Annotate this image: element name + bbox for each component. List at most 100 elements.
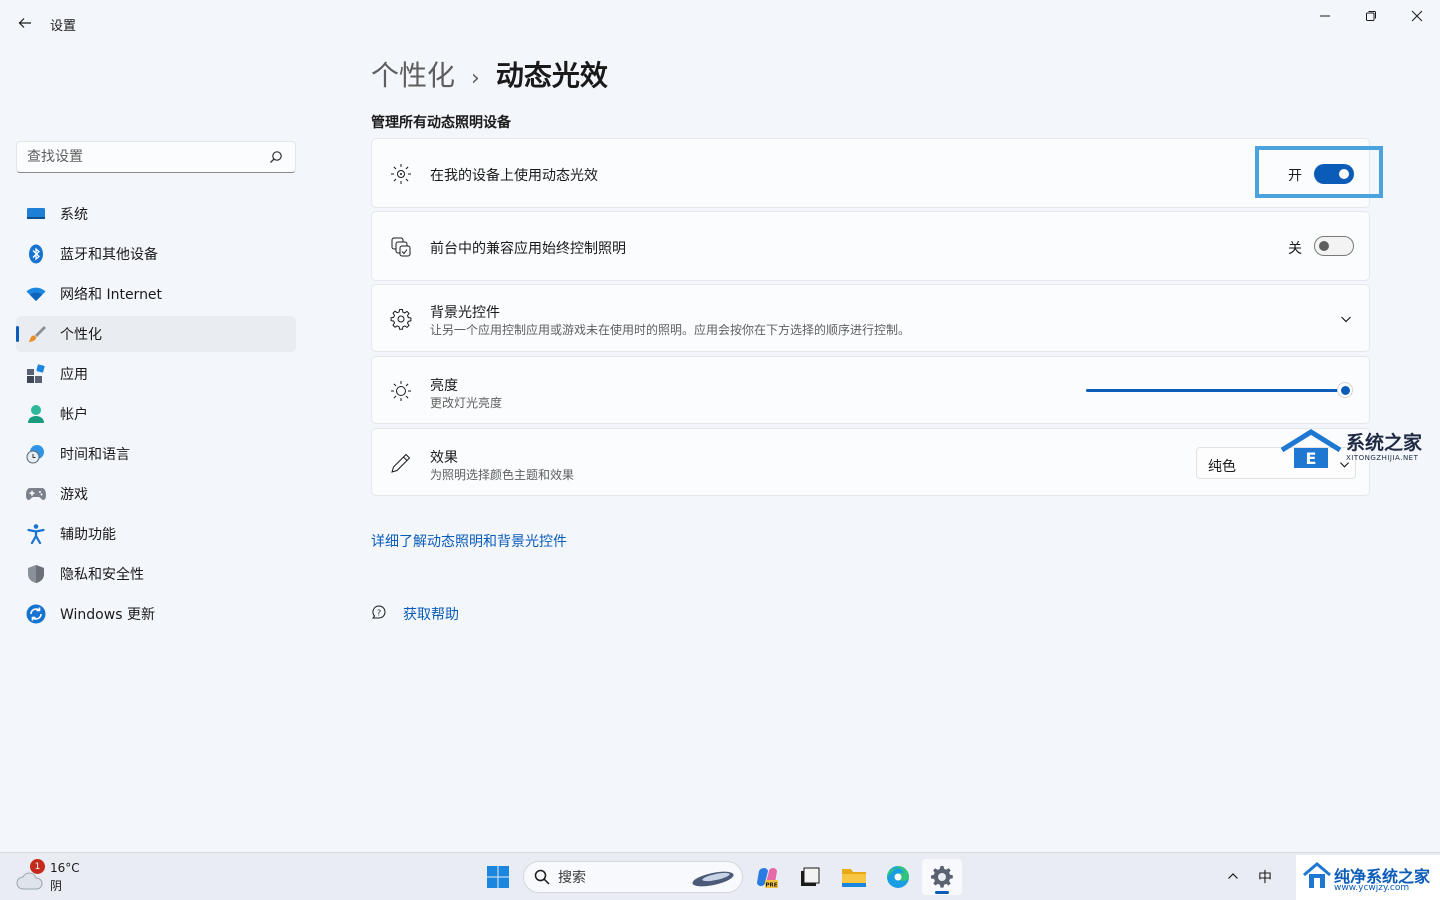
learn-more-link[interactable]: 详细了解动态照明和背景光控件 — [371, 531, 567, 551]
page-title: 动态光效 — [495, 59, 608, 92]
brightness-slider[interactable] — [1086, 382, 1353, 398]
task-view-button[interactable] — [790, 859, 830, 895]
shield-icon — [26, 564, 46, 584]
breadcrumb: 个性化 › 动态光效 — [371, 54, 608, 94]
edge-icon — [887, 866, 909, 888]
svg-text:E: E — [1306, 449, 1317, 468]
search-icon — [270, 151, 282, 163]
help-icon: ? — [372, 605, 386, 619]
breadcrumb-separator: › — [471, 66, 480, 91]
house-logo-icon: E — [1280, 429, 1342, 468]
copilot-icon: PRE — [757, 868, 778, 889]
card-title: 在我的设备上使用动态光效 — [430, 168, 598, 184]
watermark-logo: E 系统之家 XITONGZHIJIA.NET — [1276, 426, 1430, 472]
taskbar: 1 16°C 阴 搜索 PRE 中 — [0, 852, 1440, 900]
dropdown-value: 纯色 — [1208, 459, 1236, 475]
close-icon — [1411, 10, 1423, 22]
pen-icon — [390, 452, 412, 474]
slider-thumb[interactable] — [1337, 382, 1353, 398]
get-help-link[interactable]: 获取帮助 — [403, 604, 459, 624]
gamepad-icon — [26, 484, 46, 504]
sidebar-item-windows-update[interactable]: Windows 更新 — [16, 596, 296, 632]
watermark-subtext: XITONGZHIJIA.NET — [1346, 454, 1419, 462]
start-button[interactable] — [478, 859, 518, 895]
sidebar-item-label: 隐私和安全性 — [60, 567, 144, 583]
close-button[interactable] — [1394, 4, 1440, 28]
clock-globe-icon — [26, 444, 46, 464]
card-subtitle: 更改灯光亮度 — [430, 396, 503, 410]
tray-chevron-up-icon[interactable] — [1227, 870, 1239, 882]
card-title: 前台中的兼容应用始终控制照明 — [430, 241, 626, 257]
sidebar-item-accessibility[interactable]: 辅助功能 — [16, 516, 296, 552]
wifi-icon — [26, 284, 46, 304]
settings-gear-icon — [931, 866, 953, 888]
lighting-icon — [390, 163, 412, 185]
sidebar-item-label: 网络和 Internet — [60, 287, 163, 303]
card-subtitle: 让另一个应用控制应用或游戏未在使用时的照明。应用会按你在下方选择的顺序进行控制。 — [430, 323, 911, 337]
sidebar-item-privacy[interactable]: 隐私和安全性 — [16, 556, 296, 592]
sidebar-item-bluetooth[interactable]: 蓝牙和其他设备 — [16, 236, 296, 272]
account-icon — [26, 404, 46, 424]
taskbar-search-label: 搜索 — [558, 870, 586, 886]
house-logo-icon — [1303, 862, 1331, 888]
sidebar-nav: 系统 蓝牙和其他设备 网络和 Internet 个性化 应用 帐户 时间和语言 … — [16, 196, 296, 636]
sidebar-item-gaming[interactable]: 游戏 — [16, 476, 296, 512]
brightness-icon — [390, 380, 412, 402]
sidebar-item-label: 蓝牙和其他设备 — [60, 247, 158, 263]
back-arrow-icon — [18, 18, 31, 28]
chevron-down-icon[interactable] — [1340, 313, 1352, 325]
sidebar-item-label: 个性化 — [60, 327, 102, 343]
foreground-apps-toggle[interactable] — [1314, 236, 1354, 256]
back-button[interactable] — [14, 12, 36, 34]
sidebar-item-time-language[interactable]: 时间和语言 — [16, 436, 296, 472]
card-title: 亮度 — [430, 378, 458, 394]
search-input[interactable] — [17, 149, 257, 165]
breadcrumb-parent[interactable]: 个性化 — [371, 54, 455, 94]
bluetooth-icon — [26, 244, 46, 264]
app-title: 设置 — [50, 19, 77, 34]
sidebar-item-accounts[interactable]: 帐户 — [16, 396, 296, 432]
sidebar-item-label: 帐户 — [60, 407, 88, 423]
toggle-knob — [1319, 241, 1329, 251]
apps-icon — [26, 364, 46, 384]
minimize-icon — [1320, 15, 1330, 17]
svg-text:?: ? — [377, 609, 381, 618]
system-icon — [26, 204, 46, 224]
settings-search[interactable] — [16, 141, 296, 173]
taskbar-search[interactable]: 搜索 — [523, 861, 743, 893]
highlight-box — [1255, 146, 1383, 198]
sidebar-item-system[interactable]: 系统 — [16, 196, 296, 232]
copilot-button[interactable]: PRE — [747, 859, 787, 895]
task-view-icon — [801, 867, 820, 886]
section-title: 管理所有动态照明设备 — [371, 115, 511, 131]
sidebar-item-personalization[interactable]: 个性化 — [16, 316, 296, 352]
edge-button[interactable] — [878, 859, 918, 895]
card-title: 背景光控件 — [430, 305, 500, 321]
restore-icon — [1366, 11, 1376, 21]
card-background-light-controls[interactable]: 背景光控件 让另一个应用控制应用或游戏未在使用时的照明。应用会按你在下方选择的顺… — [371, 284, 1370, 352]
watermark-subtext: www.ycwjzy.com — [1334, 883, 1410, 893]
ime-indicator[interactable]: 中 — [1258, 867, 1272, 887]
layers-icon — [390, 236, 412, 258]
minimize-button[interactable] — [1302, 4, 1348, 28]
brush-icon — [26, 324, 46, 344]
sidebar-item-apps[interactable]: 应用 — [16, 356, 296, 392]
sidebar-item-label: 辅助功能 — [60, 527, 116, 543]
sidebar-item-label: 应用 — [60, 367, 88, 383]
sidebar-item-label: 游戏 — [60, 487, 88, 503]
file-explorer-button[interactable] — [834, 859, 874, 895]
weather-widget[interactable]: 1 16°C 阴 — [14, 859, 104, 895]
watermark-text: 系统之家 — [1346, 432, 1423, 454]
maximize-button[interactable] — [1348, 4, 1394, 28]
toggle-state-label: 关 — [1288, 241, 1302, 257]
weather-condition: 阴 — [50, 879, 63, 893]
card-use-dynamic-lighting: 在我的设备上使用动态光效 开 — [371, 138, 1370, 208]
card-title: 效果 — [430, 450, 458, 466]
weather-temperature: 16°C — [50, 861, 80, 875]
sidebar-item-label: 系统 — [60, 207, 88, 223]
search-highlight-icon — [692, 871, 734, 887]
windows-logo-icon — [487, 866, 509, 888]
sidebar-item-network[interactable]: 网络和 Internet — [16, 276, 296, 312]
settings-taskbar-button[interactable] — [922, 859, 962, 895]
card-subtitle: 为照明选择颜色主题和效果 — [430, 468, 575, 482]
